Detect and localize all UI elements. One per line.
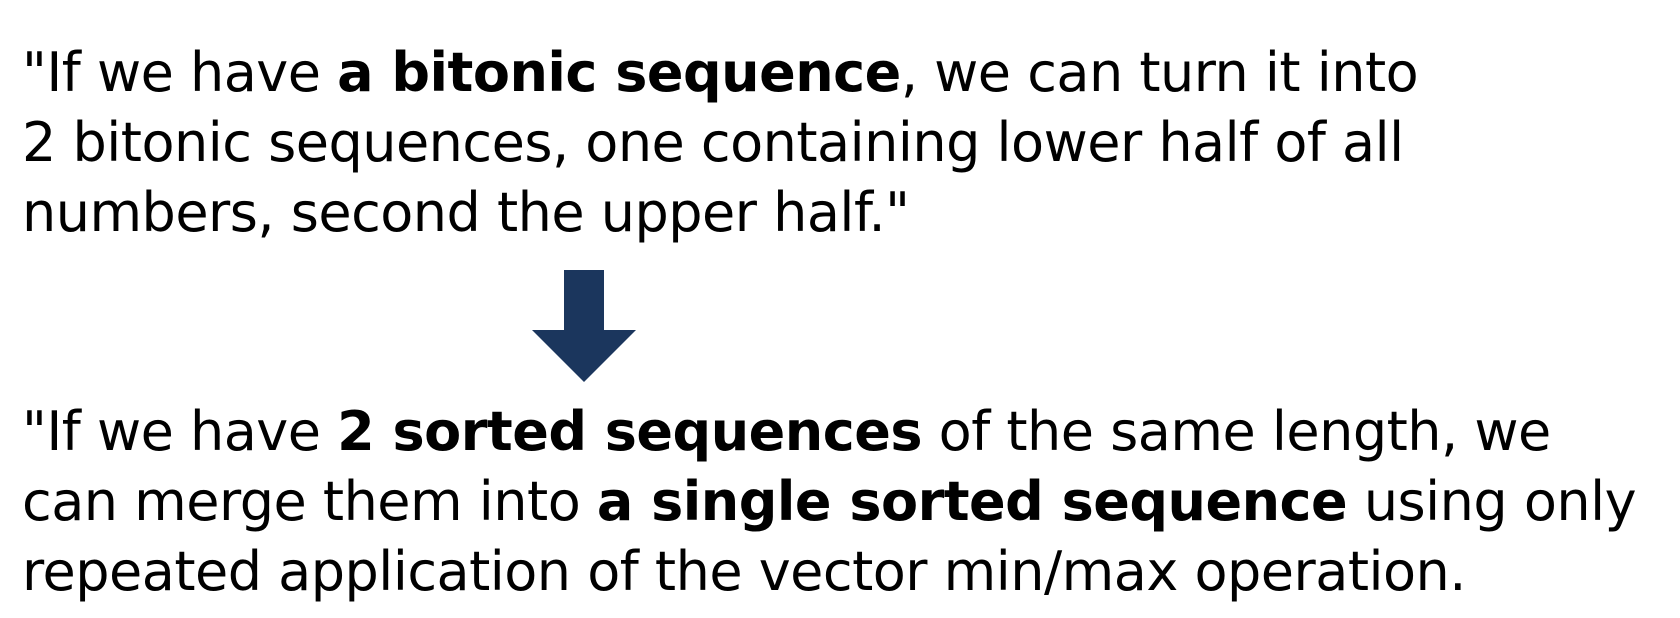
quote-text: "If we have bbox=[22, 41, 338, 104]
quote-emphasis: a single sorted sequence bbox=[596, 470, 1348, 533]
slide: "If we have a bitonic sequence, we can t… bbox=[0, 0, 1680, 618]
quote-text: , we can turn it into bbox=[900, 41, 1419, 104]
down-arrow-shape bbox=[532, 270, 636, 382]
bitonic-split-quote: "If we have a bitonic sequence, we can t… bbox=[22, 38, 1419, 248]
quote-text: "If we have bbox=[22, 400, 338, 463]
quote-text: using only bbox=[1347, 470, 1637, 533]
quote-line: repeated application of the vector min/m… bbox=[22, 540, 1466, 603]
down-arrow-icon bbox=[532, 270, 636, 382]
sorted-merge-quote: "If we have 2 sorted sequences of the sa… bbox=[22, 397, 1637, 607]
quote-line: can merge them into a single sorted sequ… bbox=[22, 467, 1637, 537]
quote-line: numbers, second the upper half." bbox=[22, 181, 910, 244]
quote-line: "If we have a bitonic sequence, we can t… bbox=[22, 38, 1419, 108]
quote-emphasis: a bitonic sequence bbox=[337, 41, 901, 104]
quote-emphasis: 2 sorted sequences bbox=[337, 400, 922, 463]
quote-line: 2 bitonic sequences, one containing lowe… bbox=[22, 111, 1404, 174]
quote-line: "If we have 2 sorted sequences of the sa… bbox=[22, 397, 1636, 467]
quote-text: of the same length, we bbox=[922, 400, 1552, 463]
quote-text: can merge them into bbox=[22, 470, 597, 533]
